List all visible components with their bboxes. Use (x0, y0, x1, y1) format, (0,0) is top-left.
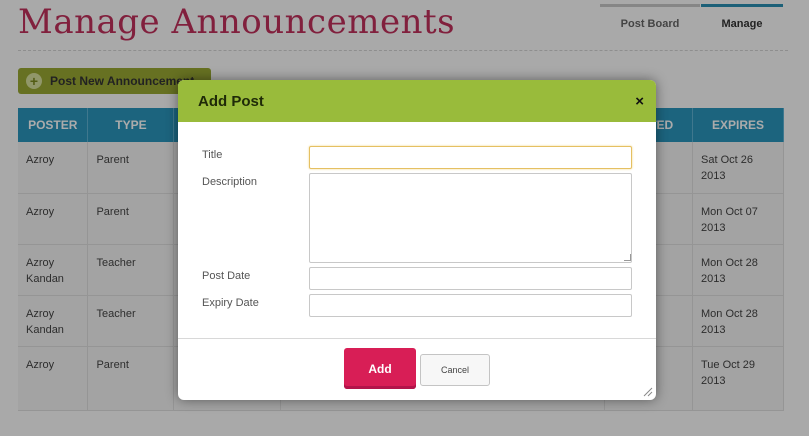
textarea-resize-handle[interactable] (624, 254, 631, 261)
close-icon[interactable]: × (635, 93, 644, 110)
description-textarea[interactable] (309, 173, 632, 263)
resize-grip-icon[interactable] (643, 387, 653, 397)
post-date-label: Post Date (202, 270, 251, 282)
dialog-title: Add Post (198, 92, 264, 110)
add-post-dialog: Add Post × Title Description Post Date E… (178, 80, 656, 400)
dialog-footer: Add Cancel (178, 338, 656, 400)
expiry-date-label: Expiry Date (202, 297, 259, 309)
description-label: Description (202, 176, 258, 188)
expiry-date-input[interactable] (309, 294, 632, 317)
post-date-input[interactable] (309, 267, 632, 290)
cancel-button[interactable]: Cancel (420, 354, 490, 386)
dialog-header: Add Post × (178, 80, 656, 122)
add-button[interactable]: Add (344, 348, 416, 389)
add-post-form: Title Description Post Date Expiry Date (178, 122, 656, 338)
title-input[interactable] (309, 146, 632, 169)
title-label: Title (202, 149, 223, 161)
